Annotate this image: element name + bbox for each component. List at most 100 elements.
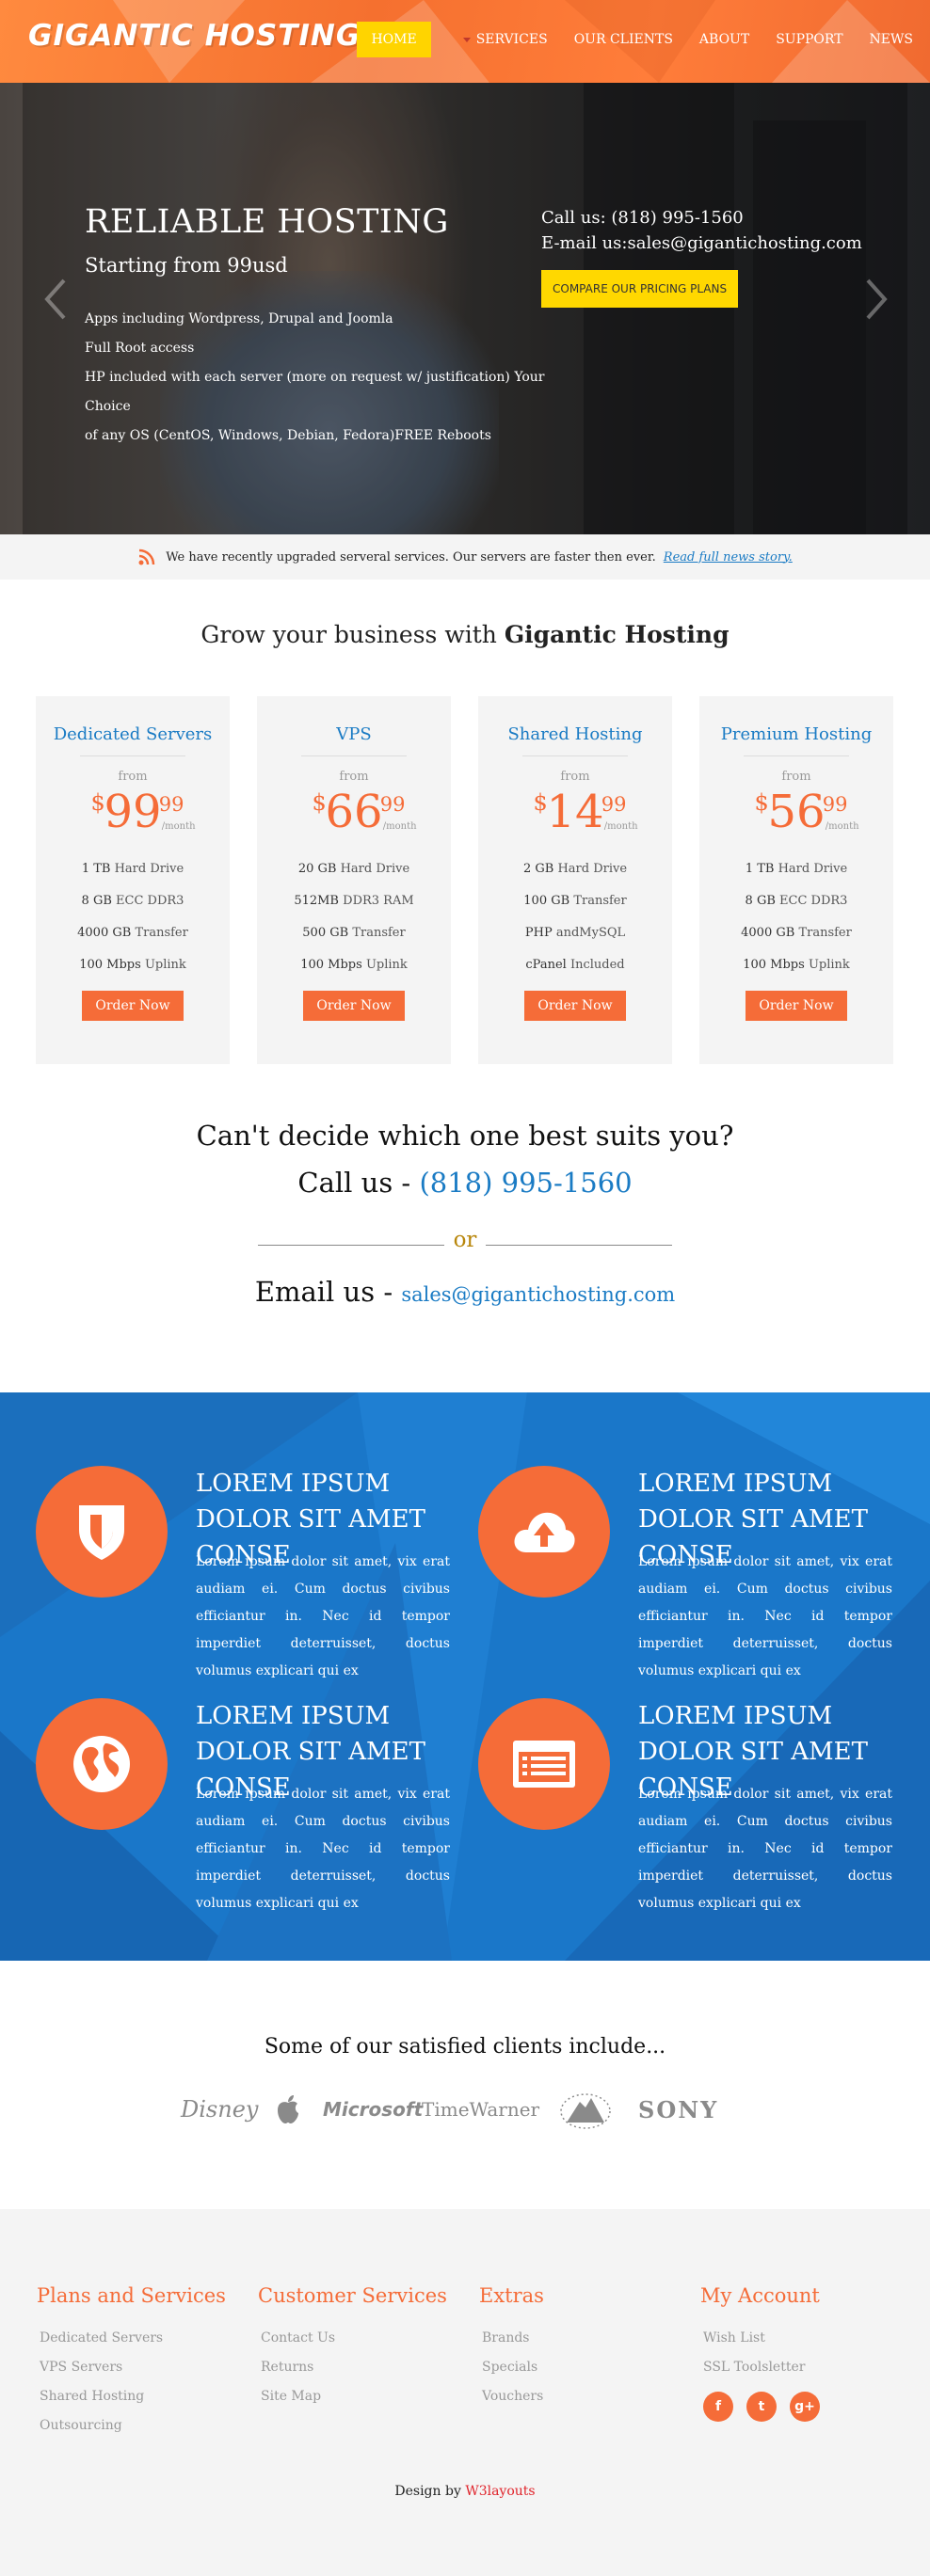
hero-call-number[interactable]: (818) 995-1560 xyxy=(611,208,743,228)
nav-services[interactable]: SERVICES xyxy=(450,22,561,57)
google-plus-icon[interactable]: g+ xyxy=(790,2392,820,2422)
hero-features: Apps including Wordpress, Drupal and Joo… xyxy=(85,305,546,451)
decide-heading: Can't decide which one best suits you? xyxy=(196,1120,734,1152)
slider-next-arrow-icon[interactable] xyxy=(857,271,894,327)
nav-home[interactable]: HOME xyxy=(357,22,431,57)
plan-card: Shared Hosting from $14 99/month 2 GB Hard D… xyxy=(478,696,672,1064)
plan-spec-value: 500 GB xyxy=(302,926,349,940)
nav-support[interactable]: SUPPORT xyxy=(762,22,856,57)
plan-spec-value: cPanel xyxy=(525,958,567,972)
plan-name[interactable]: Premium Hosting xyxy=(699,724,893,744)
footer-link[interactable]: Site Map xyxy=(258,2382,465,2411)
nav-about[interactable]: ABOUT xyxy=(686,22,762,57)
facebook-icon[interactable]: f xyxy=(703,2392,733,2422)
call-us-prefix: Call us - xyxy=(297,1167,411,1199)
plan-name[interactable]: Dedicated Servers xyxy=(36,724,230,744)
footer-link[interactable]: Dedicated Servers xyxy=(37,2324,244,2353)
call-us-number[interactable]: (818) 995-1560 xyxy=(419,1167,632,1199)
plan-spec-label: andMySQL xyxy=(555,926,626,940)
plan-spec-label: Uplink xyxy=(144,958,186,972)
paramount-logo-icon xyxy=(559,2091,612,2129)
footer-link[interactable]: SSL Toolsletter xyxy=(700,2353,907,2382)
nav-services-label: SERVICES xyxy=(475,32,548,47)
plan-price-cents: 99 xyxy=(601,793,627,816)
feature-text: Lorem ipsum dolor sit amet, vix erat aud… xyxy=(638,1554,892,1678)
email-us-link[interactable]: sales@gigantichosting.com xyxy=(401,1283,675,1306)
plan-divider xyxy=(522,755,628,756)
nav-news[interactable]: NEWS xyxy=(857,22,930,57)
order-now-button[interactable]: Order Now xyxy=(746,991,847,1021)
plan-price-cents: 99 xyxy=(158,793,184,816)
plan-specs: 2 GB Hard Drive 100 GB Transfer PHP andMyS… xyxy=(478,853,672,981)
plan-spec: 500 GB Transfer xyxy=(257,917,451,949)
slider-prev-arrow-icon[interactable] xyxy=(38,271,75,327)
plan-from: from xyxy=(339,770,369,784)
news-bar: We have recently upgraded serveral servi… xyxy=(0,534,930,580)
plan-spec: 4000 GB Transfer xyxy=(36,917,230,949)
feature-text: Lorem ipsum dolor sit amet, vix erat aud… xyxy=(196,1787,450,1911)
footer-link[interactable]: Contact Us xyxy=(258,2324,465,2353)
footer-column: Extras Brands Specials Vouchers xyxy=(479,2284,686,2411)
plan-spec-label: Transfer xyxy=(135,926,188,940)
footer-link[interactable]: Outsourcing xyxy=(37,2411,244,2441)
apple-logo-icon xyxy=(275,2091,301,2128)
plan-spec-value: 2 GB xyxy=(522,862,554,876)
plan-from: from xyxy=(781,770,811,784)
footer-link[interactable]: Wish List xyxy=(700,2324,907,2353)
plan-specs: 20 GB Hard Drive 512MB DDR3 RAM 500 GB Tra… xyxy=(257,853,451,981)
or-separator: or xyxy=(453,1228,477,1252)
footer-column: Customer Services Contact Us Returns Sit… xyxy=(258,2284,465,2411)
plan-name[interactable]: Shared Hosting xyxy=(478,724,672,744)
feature-text: Lorem ipsum dolor sit amet, vix erat aud… xyxy=(196,1554,450,1678)
hero-call-label: Call us: xyxy=(541,208,606,228)
news-text: We have recently upgraded serveral servi… xyxy=(166,549,656,564)
site-logo[interactable]: GIGANTIC HOSTING xyxy=(28,19,361,53)
plan-spec: 100 Mbps Uplink xyxy=(257,949,451,981)
plan-price-whole: 14 xyxy=(546,786,604,838)
plan-spec-value: 4000 GB xyxy=(77,926,132,940)
client-logo-disney: Disney xyxy=(181,2096,259,2123)
feature-icon-circle xyxy=(36,1698,168,1830)
plan-spec: 100 GB Transfer xyxy=(478,885,672,917)
shield-icon xyxy=(79,1505,124,1560)
order-now-button[interactable]: Order Now xyxy=(303,991,405,1021)
footer-column: Plans and Services Dedicated Servers VPS… xyxy=(37,2284,244,2441)
footer-column: My Account Wish List SSL Toolsletter f t… xyxy=(700,2284,907,2422)
hero-email[interactable]: sales@gigantichosting.com xyxy=(628,233,862,253)
footer-link[interactable]: Brands xyxy=(479,2324,686,2353)
plan-spec-value: 512MB xyxy=(294,894,339,908)
call-us-line: Call us - (818) 995-1560 xyxy=(0,1167,930,1199)
hero-feature: Full Root access xyxy=(85,341,195,356)
plan-currency: $ xyxy=(533,789,548,816)
footer-link[interactable]: Vouchers xyxy=(479,2382,686,2411)
plan-name[interactable]: VPS xyxy=(257,724,451,744)
plan-spec-value: 8 GB xyxy=(745,894,776,908)
credit-prefix: Design by xyxy=(394,2484,461,2499)
footer-link[interactable]: VPS Servers xyxy=(37,2353,244,2382)
plan-currency: $ xyxy=(754,789,769,816)
twitter-icon[interactable]: t xyxy=(746,2392,777,2422)
footer-link[interactable]: Shared Hosting xyxy=(37,2382,244,2411)
footer-link[interactable]: Specials xyxy=(479,2353,686,2382)
feature-icon-circle xyxy=(478,1698,610,1830)
feature-item: LOREM IPSUM DOLOR SIT AMET CONSE Lorem i… xyxy=(478,1466,921,1678)
feature-item: LOREM IPSUM DOLOR SIT AMET CONSE Lorem i… xyxy=(36,1466,478,1678)
order-now-button[interactable]: Order Now xyxy=(524,991,626,1021)
footer-column-title: Plans and Services xyxy=(37,2284,226,2307)
plan-spec-label: Uplink xyxy=(365,958,408,972)
plan-price-cents: 99 xyxy=(379,793,406,816)
plan-period: /month xyxy=(161,821,196,832)
plan-spec-value: 8 GB xyxy=(81,894,112,908)
feature-icon-circle xyxy=(478,1466,610,1598)
plan-spec-value: 100 Mbps xyxy=(79,958,141,972)
news-link[interactable]: Read full news story. xyxy=(664,550,793,564)
paramount-mountain-shape xyxy=(560,2093,611,2129)
footer-link[interactable]: Returns xyxy=(258,2353,465,2382)
nav-our-clients[interactable]: OUR CLIENTS xyxy=(561,22,686,57)
credit-link[interactable]: W3layouts xyxy=(465,2484,535,2499)
rss-icon xyxy=(138,549,155,565)
order-now-button[interactable]: Order Now xyxy=(82,991,184,1021)
email-us-prefix: Email us - xyxy=(254,1276,393,1308)
compare-plans-button[interactable]: COMPARE OUR PRICING PLANS xyxy=(541,270,739,308)
plan-spec-value: 1 TB xyxy=(81,862,111,876)
